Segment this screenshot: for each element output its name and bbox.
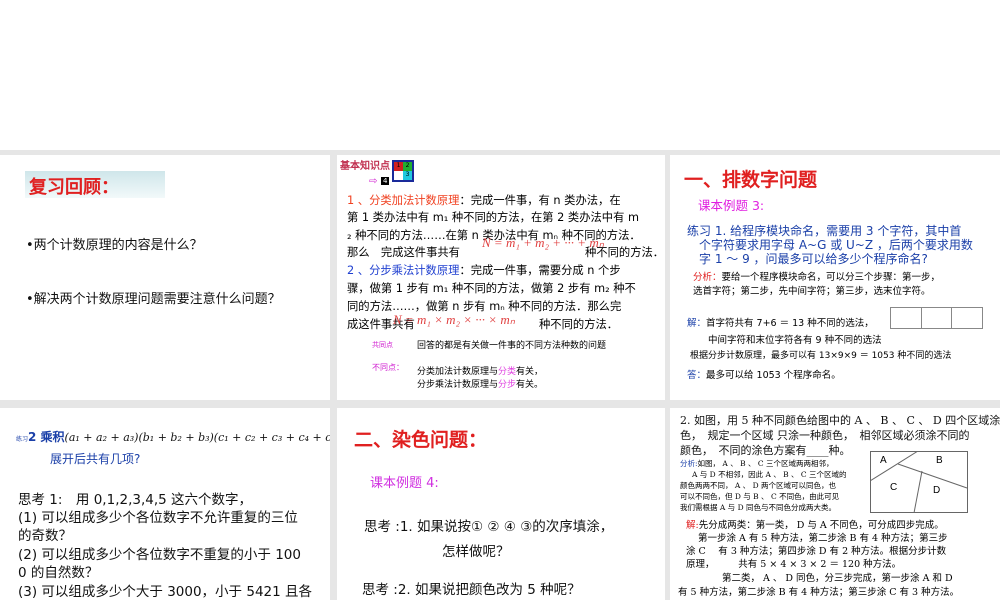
analysis-line4: 可以不同色，但 D 与 B 、 C 不同色，由此可见	[680, 492, 840, 501]
p2-line4-end: 种不同的方法．	[539, 318, 619, 331]
think-1-cont: 怎样做呢？	[442, 544, 510, 560]
slide-review[interactable]: 复习回顾： •两个计数原理的内容是什么？ •解决两个计数原理问题需要注意什么问题…	[0, 155, 330, 400]
solution-line1: 解:先分成两类：第一类， D 与 A 不同色，可分成四步完成。	[686, 520, 944, 531]
common-text: 回答的都是有关做一件事的不同方法种数的问题	[417, 341, 607, 351]
solution-line2: 中间字符和末位字符各有 9 种不同的选法	[708, 335, 882, 346]
grid-cell	[394, 171, 403, 180]
question-line1: 2. 如图，用 5 种不同颜色给图中的 A 、 B 、 C 、 D 四个区域涂	[680, 414, 1000, 427]
solution-line5: 第二类， A 、 D 同色，分三步完成，第一步涂 A 和 D	[722, 573, 953, 584]
think-1-q2-cont: 0 的自然数？	[18, 565, 99, 581]
solution-line6: 有 5 种方法，第二步涂 B 有 4 种方法；第三步涂 C 有 3 种方法。	[678, 587, 960, 598]
exercise-line3: 字 1 ～ 9 ，问最多可以给多少个程序命名?	[699, 252, 928, 266]
think-1-q1-cont: 的奇数？	[18, 528, 72, 544]
solution-line3: 根据分步计数原理，最多可以有 13×9×9 ＝ 1053 种不同的选法	[690, 351, 952, 361]
solution-line1: 解：首字符共有 7+6 ＝ 13 种不同的选法，	[687, 318, 874, 329]
p1-line4-end: 种不同的方法．	[585, 246, 665, 259]
question-line2: 色， 规定一个区域 只涂一种颜色， 相邻区域必须涂不同的	[680, 429, 970, 442]
think-2: 思考 :2. 如果说把颜色改为 5 种呢？	[362, 582, 581, 598]
example-label: 课本例题 3:	[698, 198, 765, 213]
badge-label: 基本知识点	[340, 161, 390, 172]
p1-line1: 1 、分类加法计数原理：完成一件事，有 n 类办法，在	[347, 194, 621, 207]
region-b-label: B	[936, 455, 943, 466]
p1-line4: 那么 完成这件事共有	[347, 246, 460, 259]
slide-coloring-exercise[interactable]: 2. 如图，用 5 种不同颜色给图中的 A 、 B 、 C 、 D 四个区域涂 …	[670, 408, 1000, 600]
question-line3: 颜色， 不同的涂色方案有____种。	[680, 444, 851, 457]
slide-title: 复习回顾：	[25, 171, 165, 198]
region-d-label: D	[933, 485, 941, 496]
analysis-line1: 分析：要给一个程序模块命名，可以分三个步骤：第一步，	[693, 272, 941, 283]
slide-coloring[interactable]: 二、染色问题： 课本例题 4: 思考 :1. 如果说按① ② ④ ③的次序填涂，…	[337, 408, 665, 600]
grid-cell: 1	[394, 162, 403, 171]
region-a-label: A	[880, 455, 887, 466]
think-1: 思考 1: 用 0,1,2,3,4,5 这六个数字，	[18, 492, 253, 508]
analysis-line3: 颜色两两不同， A 、 D 两个区域可以同色，也	[680, 481, 836, 490]
question-1: •两个计数原理的内容是什么？	[26, 238, 203, 253]
diff-line1: 分类加法计数原理与分类有关，	[417, 367, 544, 377]
slide-exercise-2[interactable]: 练习2 乘积(a₁ + a₂ + a₃)(b₁ + b₂ + b₃)(c₁ + …	[0, 408, 330, 600]
analysis-line5: 我们需根据 A 与 D 同色与不同色分成两大类。	[680, 503, 836, 512]
product-formula: N = m₁ × m₂ × ··· × mₙ	[393, 312, 515, 327]
grid-cell: 2	[403, 162, 412, 171]
slide-basic-principles[interactable]: 基本知识点 1 2 3 ⇨ 4 1 、分类加法计数原理：完成一件事，有 n 类办…	[337, 155, 665, 400]
answer-line: 答：最多可以给 1053 个程序命名。	[687, 370, 841, 381]
diff-label: 不同点：	[372, 363, 404, 372]
common-label: 共同点	[372, 341, 393, 349]
diff-line2: 分步乘法计数原理与分步有关。	[417, 380, 544, 390]
p2-line2: 骤，做第 1 步有 m₁ 种不同的方法，做第 2 步有 m₂ 种不	[347, 282, 636, 295]
solution-line3: 涂 C 有 3 种方法；第四步涂 D 有 2 种方法。根据分步计数	[686, 546, 947, 557]
p1-line2: 第 1 类办法中有 m₁ 种不同的方法，在第 2 类办法中有 m	[347, 211, 639, 224]
solution-line4: 原理， 共有 5 × 4 × 3 × 2 ＝ 120 种方法。	[686, 559, 902, 570]
arrow-number: 4	[381, 177, 390, 185]
character-boxes	[890, 307, 983, 329]
example-label: 课本例题 4:	[370, 476, 439, 491]
think-1: 思考 :1. 如果说按① ② ④ ③的次序填涂，	[364, 519, 614, 535]
slide-title: 二、染色问题：	[354, 429, 488, 451]
exercise-question: 展开后共有几项?	[50, 452, 141, 466]
think-1-q2: (2) 可以组成多少个各位数字不重复的小于 100	[18, 547, 301, 563]
analysis-line2: 选首字符；第二步，先中间字符；第三步，选末位字符。	[693, 286, 931, 297]
question-2: •解决两个计数原理问题需要注意什么问题？	[26, 292, 281, 307]
p2-line1: 2 、分步乘法计数原理：完成一件事，需要分成 n 个步	[347, 264, 621, 277]
arrow-icon: ⇨	[369, 176, 378, 187]
analysis-line1: 分析:如图， A 、 B 、 C 三个区域两两相邻，	[680, 459, 834, 468]
slide-number-arrangement[interactable]: 一、排数字问题 课本例题 3: 练习 1. 给程序模块命名，需要用 3 个字符，…	[670, 155, 1000, 400]
region-c-label: C	[890, 482, 898, 493]
think-1-q3: (3) 可以组成多少个大于 3000，小于 5421 且各	[18, 584, 313, 600]
grid-cell: 3	[403, 171, 412, 180]
grid-icon: 1 2 3	[392, 160, 414, 182]
solution-line2: 第一步涂 A 有 5 种方法，第二步涂 B 有 4 种方法；第三步	[698, 533, 948, 544]
analysis-line2: A 与 D 不相邻，因此 A 、 B 、 C 三个区域的	[692, 470, 847, 479]
top-blank-area	[0, 0, 1000, 150]
exercise-line: 练习2 乘积(a₁ + a₂ + a₃)(b₁ + b₂ + b₃)(c₁ + …	[16, 430, 330, 444]
slide-title: 一、排数字问题	[684, 169, 818, 191]
think-1-q1: (1) 可以组成多少个各位数字不允许重复的三位	[18, 510, 298, 526]
